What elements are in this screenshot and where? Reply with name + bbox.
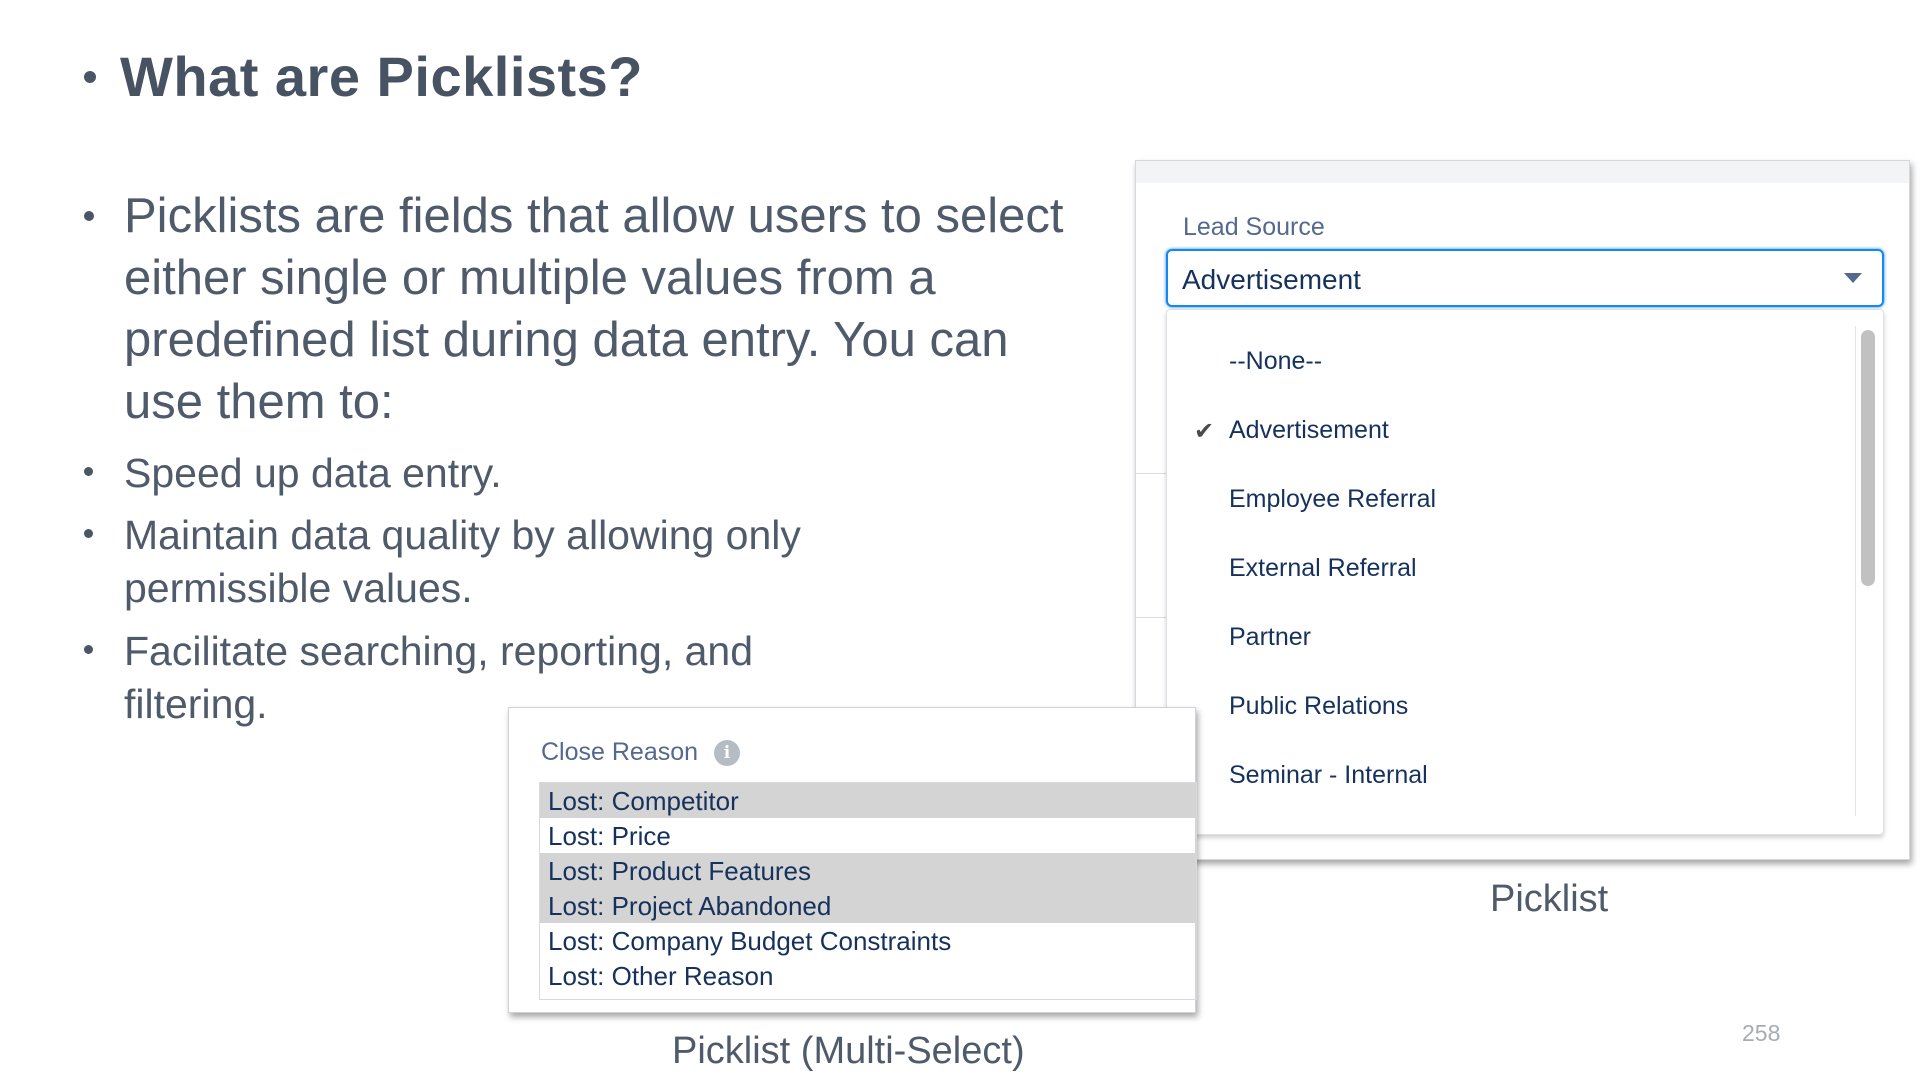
option-label: External Referral [1229,554,1417,582]
option-label: Lost: Project Abandoned [548,891,832,921]
bullet-icon [84,529,93,538]
bullet-icon [84,645,93,654]
lead-source-select[interactable]: Advertisement [1166,249,1884,307]
slide-title: What are Picklists? [120,45,644,108]
lead-source-label: Lead Source [1183,213,1325,241]
picklist-example-panel: Lead Source Advertisement --None-- ✔ Adv… [1135,160,1910,860]
dropdown-option-seminar-internal[interactable]: Seminar - Internal [1167,756,1847,796]
multiselect-option[interactable]: Lost: Company Budget Constraints [540,923,1196,958]
divider [1136,617,1168,618]
option-label: Public Relations [1229,692,1409,720]
bullet-point-text: Speed up data entry. [124,450,502,496]
dropdown-option-advertisement[interactable]: ✔ Advertisement [1167,411,1847,451]
dropdown-option-employee-referral[interactable]: Employee Referral [1167,480,1847,520]
option-label: Lost: Company Budget Constraints [548,926,952,956]
bullet-icon [84,467,93,476]
divider [1136,473,1168,474]
option-label: --None-- [1229,347,1323,375]
slide-title-row: What are Picklists? [84,44,643,109]
option-label: Lost: Other Reason [548,961,774,991]
option-label: Lost: Price [548,821,671,851]
scrollbar-track-line [1855,326,1856,816]
bullet-point-text: Maintain data quality by allowing only p… [124,512,801,611]
close-reason-label-row: Close Reason i [541,738,741,767]
dropdown-option-none[interactable]: --None-- [1167,342,1847,382]
option-label: Partner [1229,623,1311,651]
lead-source-selected-value: Advertisement [1182,264,1361,295]
dropdown-option-public-relations[interactable]: Public Relations [1167,687,1847,727]
bullet-point: Maintain data quality by allowing only p… [84,509,824,615]
multiselect-option[interactable]: Lost: Project Abandoned [540,888,1196,923]
option-label: Employee Referral [1229,485,1437,513]
intro-text: Picklists are fields that allow users to… [124,189,1064,429]
panel-top-strip [1136,161,1909,183]
dropdown-option-partner[interactable]: Partner [1167,618,1847,658]
lead-source-dropdown: --None-- ✔ Advertisement Employee Referr… [1166,309,1884,835]
multiselect-option[interactable]: Lost: Competitor [540,783,1196,818]
multiselect-option[interactable]: Lost: Price [540,818,1196,853]
chevron-down-icon[interactable] [1844,273,1862,283]
option-label: Advertisement [1229,416,1389,444]
dropdown-scrollbar[interactable] [1861,330,1875,586]
checkmark-icon: ✔ [1194,418,1215,445]
intro-paragraph: Picklists are fields that allow users to… [84,185,1094,433]
option-label: Lost: Product Features [548,856,812,886]
bullet-point: Speed up data entry. [84,447,784,500]
picklist-caption: Picklist [1490,878,1609,920]
option-label: Seminar - Internal [1229,761,1428,789]
page-number: 258 [1742,1020,1781,1046]
multiselect-caption: Picklist (Multi-Select) [672,1030,1025,1072]
option-label: Lost: Competitor [548,786,739,816]
dropdown-option-external-referral[interactable]: External Referral [1167,549,1847,589]
multiselect-option[interactable]: Lost: Product Features [540,853,1196,888]
close-reason-label: Close Reason [541,738,699,766]
multiselect-example-panel: Close Reason i Lost: Competitor Lost: Pr… [508,707,1197,1013]
bullet-icon [84,211,94,221]
info-icon[interactable]: i [714,739,741,766]
bullet-icon [84,70,96,83]
close-reason-multiselect-list[interactable]: Lost: Competitor Lost: Price Lost: Produ… [539,782,1197,1000]
multiselect-option[interactable]: Lost: Other Reason [540,958,1196,993]
